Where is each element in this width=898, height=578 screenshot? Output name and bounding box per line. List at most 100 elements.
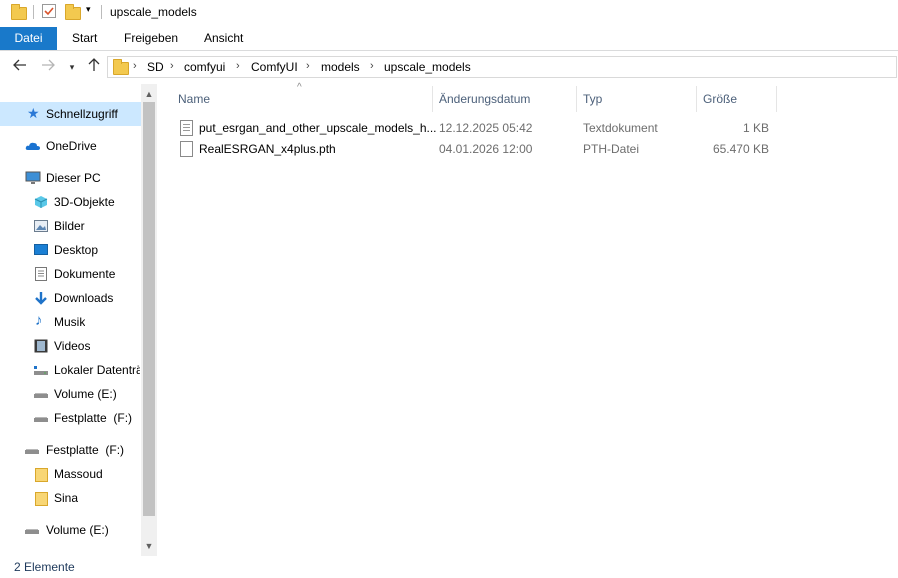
file-list: ^ Name Änderungsdatum Typ Größe put_esrg… xyxy=(160,82,898,556)
properties-icon[interactable] xyxy=(42,4,56,18)
breadcrumb-comfyui[interactable]: comfyui xyxy=(184,60,225,74)
file-row[interactable]: RealESRGAN_x4plus.pth 04.01.2026 12:00 P… xyxy=(174,139,774,159)
new-folder-icon[interactable] xyxy=(65,4,81,20)
pictures-icon xyxy=(34,219,48,233)
sidebar-item-label: Bilder xyxy=(54,219,85,233)
sidebar-item-label: Festplatte (F:) xyxy=(54,411,133,425)
column-divider[interactable] xyxy=(432,86,433,112)
quick-access-dropdown-icon[interactable]: ▾ xyxy=(86,4,91,15)
sidebar-item-dokumente[interactable]: Dokumente xyxy=(0,262,140,286)
file-name: put_esrgan_and_other_upscale_models_h... xyxy=(199,121,437,135)
file-date: 12.12.2025 05:42 xyxy=(439,121,533,135)
sidebar-item-label: Lokaler Datenträ xyxy=(54,363,140,377)
cube-icon xyxy=(34,195,48,209)
recent-locations-dropdown-icon[interactable]: ▾ xyxy=(63,58,81,76)
file-type: PTH-Datei xyxy=(583,142,640,156)
scroll-down-icon[interactable]: ▼ xyxy=(141,538,157,554)
chevron-right-icon[interactable]: › xyxy=(236,60,240,72)
column-header-date[interactable]: Änderungsdatum xyxy=(439,84,530,114)
drive-icon xyxy=(34,363,48,377)
sidebar-item-label: Volume (E:) xyxy=(46,523,109,537)
drive-icon xyxy=(25,443,39,457)
breadcrumb-comfyui-app[interactable]: ComfyUI xyxy=(251,60,298,74)
column-header-size[interactable]: Größe xyxy=(703,84,737,114)
sidebar-item-label: 3D-Objekte xyxy=(54,195,115,209)
star-icon: ★ xyxy=(27,105,40,121)
navigation-pane: ★ Schnellzugriff OneDrive Dieser PC 3D-O… xyxy=(0,84,157,556)
sidebar-item-label: Volume (E:) xyxy=(54,387,117,401)
scroll-up-icon[interactable]: ▲ xyxy=(141,86,157,102)
sidebar-item-3d-objekte[interactable]: 3D-Objekte xyxy=(0,190,140,214)
file-size: 65.470 KB xyxy=(712,142,769,156)
tab-datei[interactable]: Datei xyxy=(0,27,57,50)
column-divider[interactable] xyxy=(576,86,577,112)
download-icon xyxy=(34,291,48,305)
column-header-type[interactable]: Typ xyxy=(583,84,602,114)
text-file-icon xyxy=(180,120,193,136)
tab-start[interactable]: Start xyxy=(58,27,111,50)
sidebar-item-label: OneDrive xyxy=(46,139,97,153)
scrollbar-thumb[interactable] xyxy=(143,102,155,516)
column-divider[interactable] xyxy=(696,86,697,112)
ribbon-tabs: Datei Start Freigeben Ansicht xyxy=(0,27,898,51)
sidebar-item-label: Dieser PC xyxy=(46,171,101,185)
pc-icon xyxy=(25,171,41,185)
sidebar-item-videos[interactable]: Videos xyxy=(0,334,140,358)
folder-icon xyxy=(11,4,27,20)
sidebar-item-festplatte-f-root[interactable]: Festplatte (F:) xyxy=(0,438,140,462)
up-button[interactable] xyxy=(85,58,103,76)
drive-icon xyxy=(25,523,39,537)
item-count: 2 Elemente xyxy=(14,560,75,574)
sidebar-item-label: Sina xyxy=(54,491,79,505)
chevron-right-icon[interactable]: › xyxy=(170,60,174,72)
drive-icon xyxy=(34,411,48,425)
breadcrumb-sd[interactable]: SD xyxy=(147,60,164,74)
sidebar-item-dieser-pc[interactable]: Dieser PC xyxy=(0,166,140,190)
sidebar-item-label: Downloads xyxy=(54,291,114,305)
sidebar-item-volume-e-root[interactable]: Volume (E:) xyxy=(0,518,140,542)
file-size: 1 KB xyxy=(742,121,769,135)
sidebar-scrollbar[interactable]: ▲ ▼ xyxy=(141,84,157,556)
folder-icon xyxy=(35,492,49,506)
sidebar-item-lokaler-datentraeger[interactable]: Lokaler Datenträ xyxy=(0,358,140,382)
title-bar: ▾ upscale_models xyxy=(0,0,898,24)
sidebar-item-label: Massoud xyxy=(54,467,103,481)
file-icon xyxy=(180,141,193,157)
column-header-name[interactable]: Name xyxy=(178,84,210,114)
breadcrumb-models[interactable]: models xyxy=(321,60,360,74)
sidebar-item-festplatte-f[interactable]: Festplatte (F:) xyxy=(0,406,140,430)
address-bar[interactable]: › SD › comfyui › ComfyUI › models › upsc… xyxy=(107,56,897,78)
chevron-right-icon[interactable]: › xyxy=(306,60,310,72)
sidebar-item-schnellzugriff[interactable]: ★ Schnellzugriff xyxy=(0,102,141,126)
sidebar-item-desktop[interactable]: Desktop xyxy=(0,238,140,262)
forward-button[interactable] xyxy=(39,58,57,76)
sidebar-item-downloads[interactable]: Downloads xyxy=(0,286,140,310)
drive-icon xyxy=(34,387,48,401)
sidebar-item-musik[interactable]: ♪ Musik xyxy=(0,310,140,334)
sidebar-item-bilder[interactable]: Bilder xyxy=(0,214,140,238)
divider xyxy=(33,5,34,19)
desktop-icon xyxy=(34,243,48,257)
sidebar-item-onedrive[interactable]: OneDrive xyxy=(0,134,140,158)
status-bar: 2 Elemente xyxy=(0,556,898,578)
column-divider[interactable] xyxy=(776,86,777,112)
navigation-bar: ▾ › SD › comfyui › ComfyUI › models › up… xyxy=(0,51,898,83)
back-button[interactable] xyxy=(11,58,29,76)
divider xyxy=(101,5,102,19)
sidebar-item-massoud[interactable]: Massoud xyxy=(0,462,140,486)
file-type: Textdokument xyxy=(583,121,658,135)
folder-icon xyxy=(113,59,129,75)
documents-icon xyxy=(35,267,49,281)
cloud-icon xyxy=(25,139,40,153)
tab-freigeben[interactable]: Freigeben xyxy=(110,27,192,50)
sidebar-item-volume-e[interactable]: Volume (E:) xyxy=(0,382,140,406)
file-date: 04.01.2026 12:00 xyxy=(439,142,533,156)
tab-ansicht[interactable]: Ansicht xyxy=(190,27,257,50)
sidebar-item-sina[interactable]: Sina xyxy=(0,486,140,510)
file-row[interactable]: put_esrgan_and_other_upscale_models_h...… xyxy=(174,118,774,138)
chevron-right-icon[interactable]: › xyxy=(133,60,137,72)
sidebar-item-label: Schnellzugriff xyxy=(46,107,118,121)
sidebar-item-label: Videos xyxy=(54,339,91,353)
chevron-right-icon[interactable]: › xyxy=(370,60,374,72)
breadcrumb-upscale-models[interactable]: upscale_models xyxy=(384,60,471,74)
